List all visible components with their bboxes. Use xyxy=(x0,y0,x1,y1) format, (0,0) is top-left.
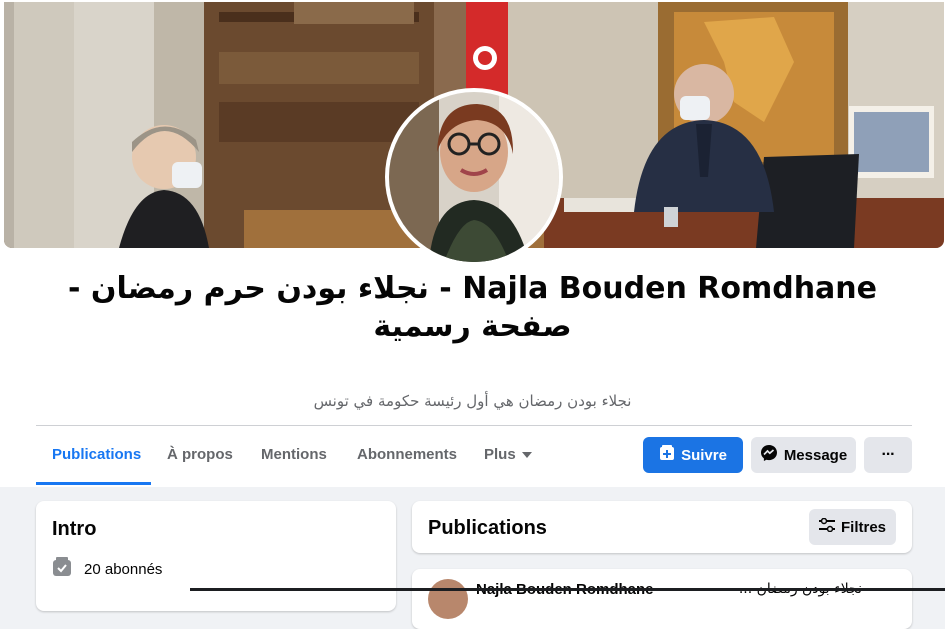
follow-button[interactable]: Suivre xyxy=(643,437,743,473)
tab-more-label: Plus xyxy=(484,446,516,463)
publications-title: Publications xyxy=(428,517,547,539)
page-title: Najla Bouden Romdhane - نجلاء بودن حرم ر… xyxy=(67,271,878,344)
follow-icon xyxy=(659,445,675,465)
more-options-icon: ··· xyxy=(881,446,896,463)
filters-label: Filtres xyxy=(840,518,886,536)
profile-picture[interactable] xyxy=(385,88,563,266)
filters-icon xyxy=(818,517,835,536)
follow-label: Suivre xyxy=(681,446,727,464)
page-description: نجلاء بودن رمضان هي أول رئيسة حكومة في ت… xyxy=(313,392,632,410)
publications-header-card: Publications Filtres xyxy=(412,501,912,553)
filters-button[interactable]: Filtres xyxy=(809,509,896,545)
tab-mentions[interactable]: Mentions xyxy=(245,436,343,484)
followers-icon xyxy=(52,557,72,581)
tab-subscriptions[interactable]: Abonnements xyxy=(341,436,473,484)
message-label: Message xyxy=(783,446,848,464)
caret-down-icon xyxy=(521,436,532,474)
profile-picture-image xyxy=(389,92,559,262)
tab-more[interactable]: Plus xyxy=(468,436,548,474)
post-author-avatar[interactable] xyxy=(428,579,468,619)
followers-count: 20 abonnés xyxy=(84,560,163,578)
tab-publications[interactable]: Publications xyxy=(36,436,157,484)
more-options-button[interactable]: ··· xyxy=(864,437,912,473)
message-button[interactable]: Message xyxy=(751,437,856,473)
tab-about[interactable]: À propos xyxy=(151,436,249,484)
post-card: Najla Bouden Romdhane نجلاء بودن رمضان .… xyxy=(412,569,912,629)
header-divider xyxy=(36,425,912,426)
messenger-icon xyxy=(760,444,778,466)
active-tab-indicator xyxy=(36,482,151,485)
page-header: Najla Bouden Romdhane - نجلاء بودن حرم ر… xyxy=(0,0,945,487)
intro-card: Intro 20 abonnés xyxy=(36,501,396,611)
intro-title: Intro xyxy=(52,518,97,540)
followers-count-row: 20 abonnés xyxy=(52,557,162,581)
